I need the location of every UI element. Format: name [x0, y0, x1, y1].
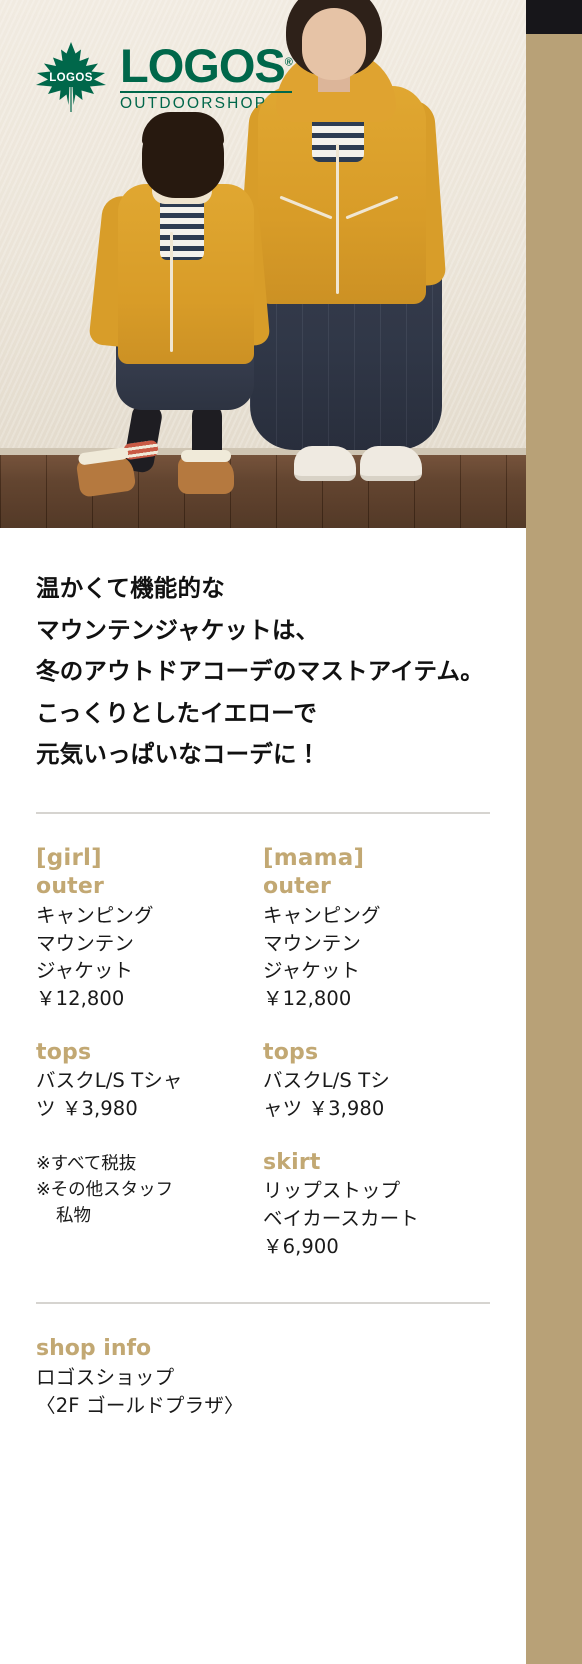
product-line: ジャケット: [263, 959, 361, 983]
model-child: [75, 112, 290, 500]
headline-line-5: 元気いっぱいなコーデに！: [36, 740, 321, 769]
registered-trademark-icon: ®: [284, 56, 293, 69]
product-line: マウンテン: [263, 931, 362, 955]
product-columns: [girl] outer キャンピング マウンテン ジャケット ￥12,800 …: [36, 844, 490, 1260]
product-price: ￥6,900: [263, 1234, 339, 1258]
hero-photo: LOGOS LOGOS® OUTDOORSHOP: [0, 0, 526, 528]
product-line: キャンピング: [36, 904, 154, 927]
child-jacket-zipper: [170, 232, 173, 352]
note-line: ※すべて税抜: [36, 1153, 137, 1174]
maple-leaf-icon: LOGOS: [34, 40, 108, 114]
page-frame-dark-band: [526, 0, 582, 34]
page-content: LOGOS LOGOS® OUTDOORSHOP 温かくて機能的な マウンテンジ…: [0, 0, 526, 1664]
product-line: キャンピング: [263, 904, 381, 927]
child-striped-shirt: [160, 196, 204, 260]
column-tag-girl: [girl]: [36, 844, 102, 871]
category-girl-outer: outer: [36, 874, 105, 900]
product-mama-outer: キャンピング マウンテン ジャケット ￥12,800: [263, 902, 490, 1013]
product-line: バスクL/S Tシ: [263, 1069, 390, 1093]
product-line: マウンテン: [36, 931, 135, 955]
note-line: ※その他スタッフ: [36, 1179, 174, 1200]
section-divider-bottom: [36, 1302, 490, 1305]
product-mama-skirt: リップストップ ベイカースカート ￥6,900: [263, 1177, 490, 1260]
category-mama-tops: tops: [263, 1039, 319, 1065]
child-left-boot: [75, 452, 137, 498]
child-right-boot: [178, 450, 234, 494]
product-line: リップストップ: [263, 1179, 401, 1203]
body-content: 温かくて機能的な マウンテンジャケットは、 冬のアウトドアコーデのマストアイテム…: [0, 528, 526, 1421]
page-frame-tan-band: [526, 34, 582, 1664]
headline-line-1: 温かくて機能的な: [36, 574, 225, 602]
column-tag-mama: [mama]: [263, 844, 365, 871]
category-mama-outer: outer: [263, 874, 332, 900]
shop-info-title: shop info: [36, 1336, 152, 1362]
shop-location: 〈2F ゴールドプラザ〉: [36, 1394, 244, 1418]
page-root: LOGOS LOGOS® OUTDOORSHOP 温かくて機能的な マウンテンジ…: [0, 0, 582, 1664]
adult-jacket-zipper: [336, 144, 339, 294]
headline-line-2: マウンテンジャケットは、: [36, 615, 320, 644]
shop-info-block: shop info ロゴスショップ 〈2F ゴールドプラザ〉: [36, 1334, 490, 1420]
shop-name: ロゴスショップ: [36, 1366, 175, 1390]
product-girl-tops: バスクL/S Tシャ ツ ￥3,980: [36, 1067, 247, 1122]
product-line: ベイカースカート: [263, 1207, 419, 1230]
svg-text:LOGOS: LOGOS: [49, 72, 93, 84]
product-price: ャツ ￥3,980: [263, 1097, 385, 1121]
logos-tagline: OUTDOORSHOP: [120, 95, 268, 113]
disclaimer-notes: ※すべて税抜 ※その他スタッフ 私物: [36, 1151, 247, 1230]
product-price: ツ ￥3,980: [36, 1097, 138, 1121]
category-girl-tops: tops: [36, 1039, 92, 1065]
product-line: バスクL/S Tシャ: [36, 1069, 183, 1093]
adult-right-sneaker: [360, 446, 422, 481]
adult-face: [302, 8, 366, 80]
product-price: ￥12,800: [263, 987, 352, 1011]
product-line: ジャケット: [36, 959, 134, 983]
headline-line-4: こっくりとしたイエローで: [36, 698, 318, 727]
section-divider-top: [36, 811, 490, 814]
adult-left-sneaker: [294, 446, 356, 481]
category-mama-skirt: skirt: [263, 1149, 321, 1175]
logos-wordmark: LOGOS® OUTDOORSHOP: [120, 39, 293, 113]
product-price: ￥12,800: [36, 987, 125, 1011]
product-column-girl: [girl] outer キャンピング マウンテン ジャケット ￥12,800 …: [36, 844, 263, 1260]
logos-brand-logo: LOGOS LOGOS® OUTDOORSHOP: [34, 39, 293, 114]
headline-block: 温かくて機能的な マウンテンジャケットは、 冬のアウトドアコーデのマストアイテム…: [36, 568, 490, 776]
note-line: 私物: [56, 1206, 91, 1227]
headline-line-3: 冬のアウトドアコーデのマストアイテム。: [36, 657, 484, 686]
child-bangs: [142, 112, 224, 146]
product-girl-outer: キャンピング マウンテン ジャケット ￥12,800: [36, 902, 247, 1013]
logos-wordmark-text: LOGOS®: [120, 39, 293, 93]
product-mama-tops: バスクL/S Tシ ャツ ￥3,980: [263, 1067, 490, 1122]
product-column-mama: [mama] outer キャンピング マウンテン ジャケット ￥12,800 …: [263, 844, 490, 1260]
